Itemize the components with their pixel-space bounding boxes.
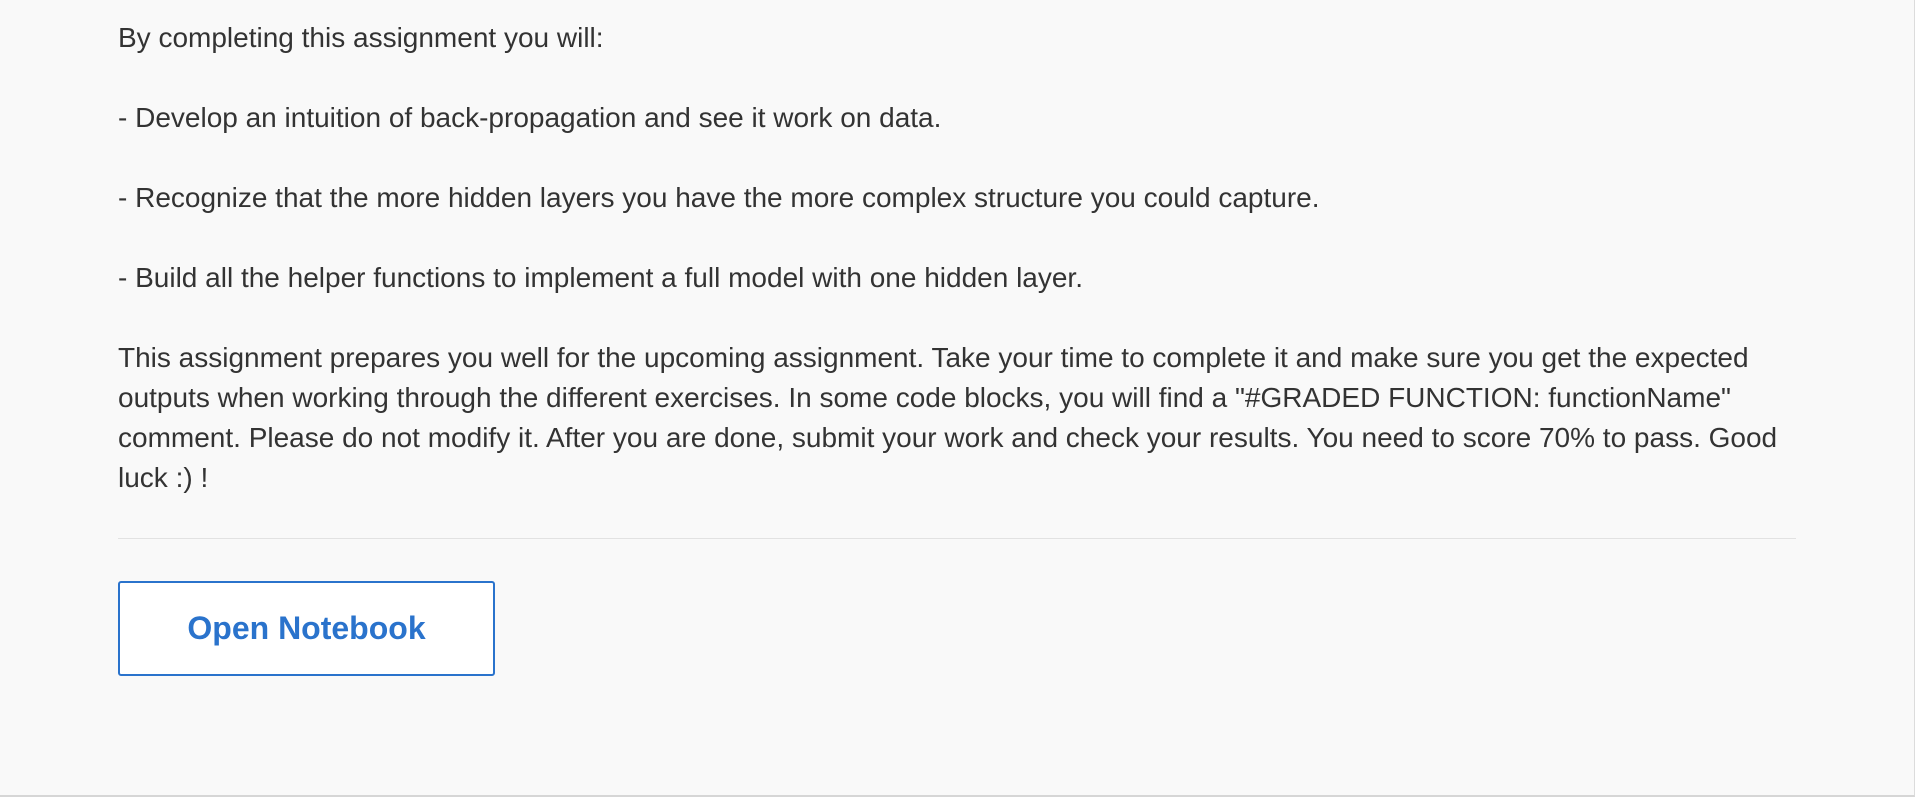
bullet-hidden-layers: - Recognize that the more hidden layers …: [118, 182, 1320, 213]
open-notebook-button[interactable]: Open Notebook: [118, 581, 495, 676]
intro-heading: By completing this assignment you will:: [118, 22, 604, 53]
bullet-backprop: - Develop an intuition of back-propagati…: [118, 102, 942, 133]
divider: [118, 538, 1796, 539]
assignment-panel: By completing this assignment you will: …: [0, 0, 1915, 797]
bullet-helper-functions: - Build all the helper functions to impl…: [118, 262, 1083, 293]
assignment-instructions: This assignment prepares you well for th…: [118, 342, 1778, 493]
